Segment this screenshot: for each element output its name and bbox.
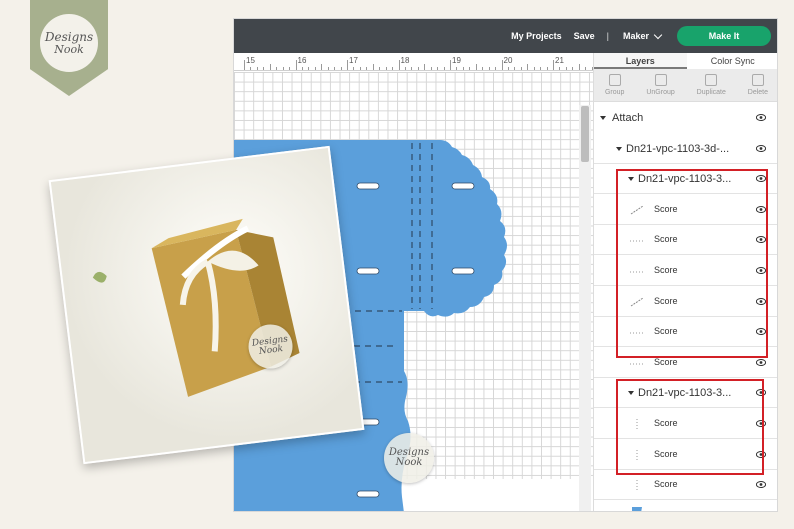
group-button[interactable]: Group (605, 74, 624, 96)
eye-icon[interactable] (755, 205, 767, 213)
vertical-score-icon (630, 419, 644, 429)
machine-select-label: Maker (622, 31, 649, 41)
layer-label: Score (654, 234, 678, 245)
diagonal-score-icon (630, 205, 644, 215)
caret-down-icon[interactable] (628, 391, 634, 396)
layer-group-row[interactable]: Dn21-vpc-1103-3... (594, 164, 777, 195)
caret-down-icon[interactable] (628, 177, 634, 182)
layer-group-row[interactable]: Dn21-vpc-1103-3... (594, 378, 777, 409)
tab-color-sync[interactable]: Color Sync (687, 53, 778, 69)
make-it-button[interactable]: Make It (677, 26, 771, 46)
watermark-line2: Nook (395, 457, 423, 468)
eye-icon[interactable] (755, 388, 767, 397)
vertical-score-icon (630, 480, 644, 491)
layer-label: Score (654, 356, 678, 367)
brand-line1: Designs (44, 30, 94, 44)
caret-down-icon[interactable] (600, 116, 606, 120)
duplicate-button[interactable]: Duplicate (697, 74, 726, 96)
ruler-tick (585, 67, 587, 70)
horizontal-score-icon (630, 358, 644, 368)
topbar-separator: | (606, 31, 609, 41)
tab-layers[interactable]: Layers (594, 53, 687, 69)
layer-row[interactable]: Score (594, 195, 777, 225)
layer-label: Dn21-vpc-1103-3... (638, 387, 732, 400)
brand-badge: Designs Nook (30, 0, 108, 96)
eye-icon[interactable] (755, 358, 767, 366)
save-button[interactable]: Save (574, 31, 595, 41)
ungroup-label: UnGroup (646, 89, 675, 96)
my-projects-link[interactable]: My Projects (511, 31, 562, 41)
delete-button[interactable]: Delete (748, 74, 768, 96)
top-bar: My Projects Save | Maker Make It (234, 19, 777, 53)
eye-icon[interactable] (755, 327, 767, 336)
caret-down-icon[interactable] (616, 146, 622, 151)
layer-label: Dn21-vpc-1103-3d-... (626, 142, 730, 155)
layer-row[interactable]: Score (594, 440, 777, 470)
layer-row[interactable]: Score (594, 348, 777, 378)
canvas-scrollbar[interactable] (579, 105, 591, 511)
brand-logo: Designs Nook (40, 14, 98, 72)
eye-icon[interactable] (755, 144, 767, 152)
layer-label: Score (654, 326, 678, 337)
watermark-line2: Nook (258, 344, 284, 357)
eye-icon[interactable] (755, 480, 767, 489)
layers-panel: Layers Color Sync Group UnGroup Duplicat… (593, 53, 778, 512)
chevron-down-icon (653, 30, 663, 39)
layer-label: Score (654, 265, 678, 275)
layer-label: Score (654, 448, 678, 459)
horizontal-score-icon (630, 266, 644, 276)
group-icon (608, 74, 621, 86)
product-photo: Designs Nook (48, 145, 365, 465)
vertical-score-icon (630, 449, 644, 460)
layer-row[interactable]: Score (594, 317, 777, 348)
basic-cut-shape-icon (630, 505, 644, 511)
gift-box-image (92, 218, 300, 397)
eye-icon[interactable] (756, 511, 766, 512)
layer-label: Basic Cut (654, 510, 693, 511)
duplicate-label: Duplicate (696, 89, 726, 96)
layer-row[interactable]: Score (594, 287, 777, 317)
eye-icon[interactable] (755, 266, 767, 274)
trash-icon (751, 74, 764, 86)
layer-group-row[interactable]: Dn21-vpc-1103-3d-... (594, 134, 777, 164)
layer-row[interactable]: Basic Cut (594, 501, 777, 512)
watermark-logo: Designs Nook (384, 433, 434, 483)
delete-label: Delete (747, 89, 769, 96)
eye-icon[interactable] (755, 235, 767, 244)
horizontal-score-icon (630, 235, 644, 245)
eye-icon[interactable] (755, 450, 767, 458)
layer-row[interactable]: Score (594, 409, 777, 439)
eye-icon[interactable] (755, 113, 767, 121)
layer-group-row[interactable]: Attach (594, 103, 777, 133)
layer-label: Score (654, 203, 678, 214)
layer-label: Dn21-vpc-1103-3... (638, 173, 732, 186)
machine-select[interactable]: Maker (622, 30, 663, 41)
eye-icon[interactable] (755, 174, 767, 183)
panel-tabs: Layers Color Sync (594, 53, 778, 69)
diagonal-score-icon (630, 297, 644, 307)
layer-label: Score (654, 295, 678, 306)
layer-toolbar: Group UnGroup Duplicate Delete (594, 69, 777, 102)
scrollbar-thumb[interactable] (581, 106, 589, 162)
layer-label: Score (654, 479, 678, 490)
horizontal-score-icon (630, 327, 644, 337)
eye-icon[interactable] (755, 419, 767, 427)
layer-row[interactable]: Score (594, 470, 777, 501)
duplicate-icon (705, 74, 718, 86)
ungroup-icon (654, 74, 667, 86)
group-label: Group (604, 89, 625, 96)
eye-icon[interactable] (755, 297, 767, 305)
layer-row[interactable]: Score (594, 225, 777, 256)
brand-line2: Nook (54, 43, 84, 56)
layer-label: Score (654, 418, 678, 428)
ungroup-button[interactable]: UnGroup (646, 74, 675, 96)
layer-label: Attach (612, 112, 644, 124)
layer-row[interactable]: Score (594, 256, 777, 286)
